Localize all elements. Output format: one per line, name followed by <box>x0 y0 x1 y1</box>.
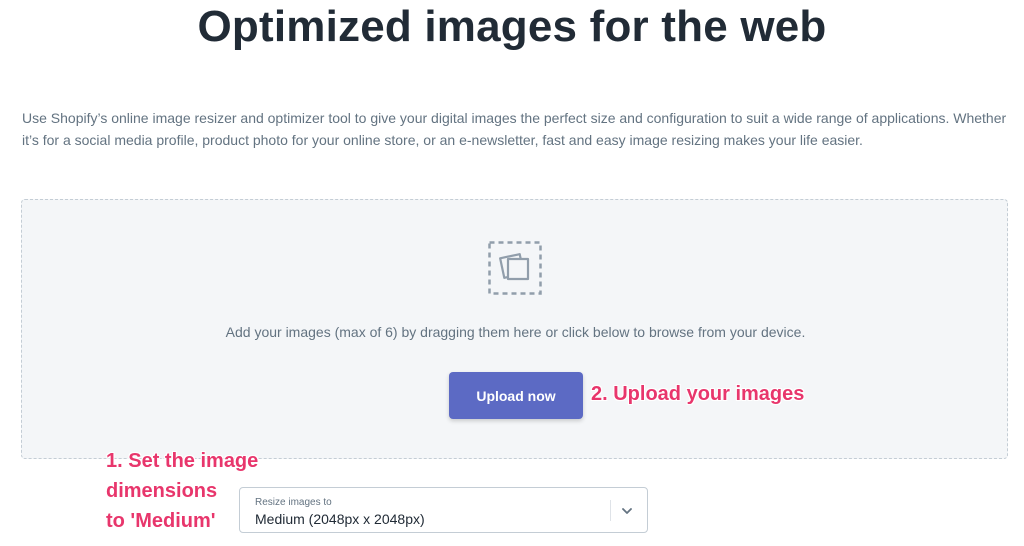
intro-text: Use Shopify’s online image resizer and o… <box>22 110 1007 148</box>
page-title: Optimized images for the web <box>197 2 827 51</box>
images-icon <box>488 241 542 295</box>
image-dropzone[interactable]: Add your images (max of 6) by dragging t… <box>21 199 1008 459</box>
dropzone-hint: Add your images (max of 6) by dragging t… <box>225 324 806 340</box>
chevron-down-icon[interactable] <box>620 504 634 518</box>
resize-select-value: Medium (2048px x 2048px) <box>255 511 425 527</box>
resize-select-caption: Resize images to <box>255 497 332 508</box>
upload-now-button[interactable]: Upload now <box>449 372 583 419</box>
annotation-line: 1. Set the image <box>106 450 259 472</box>
resize-select[interactable]: Resize images to Medium (2048px x 2048px… <box>239 487 648 533</box>
annotation-upload: 2. Upload your images <box>591 383 805 405</box>
select-divider <box>610 500 611 521</box>
